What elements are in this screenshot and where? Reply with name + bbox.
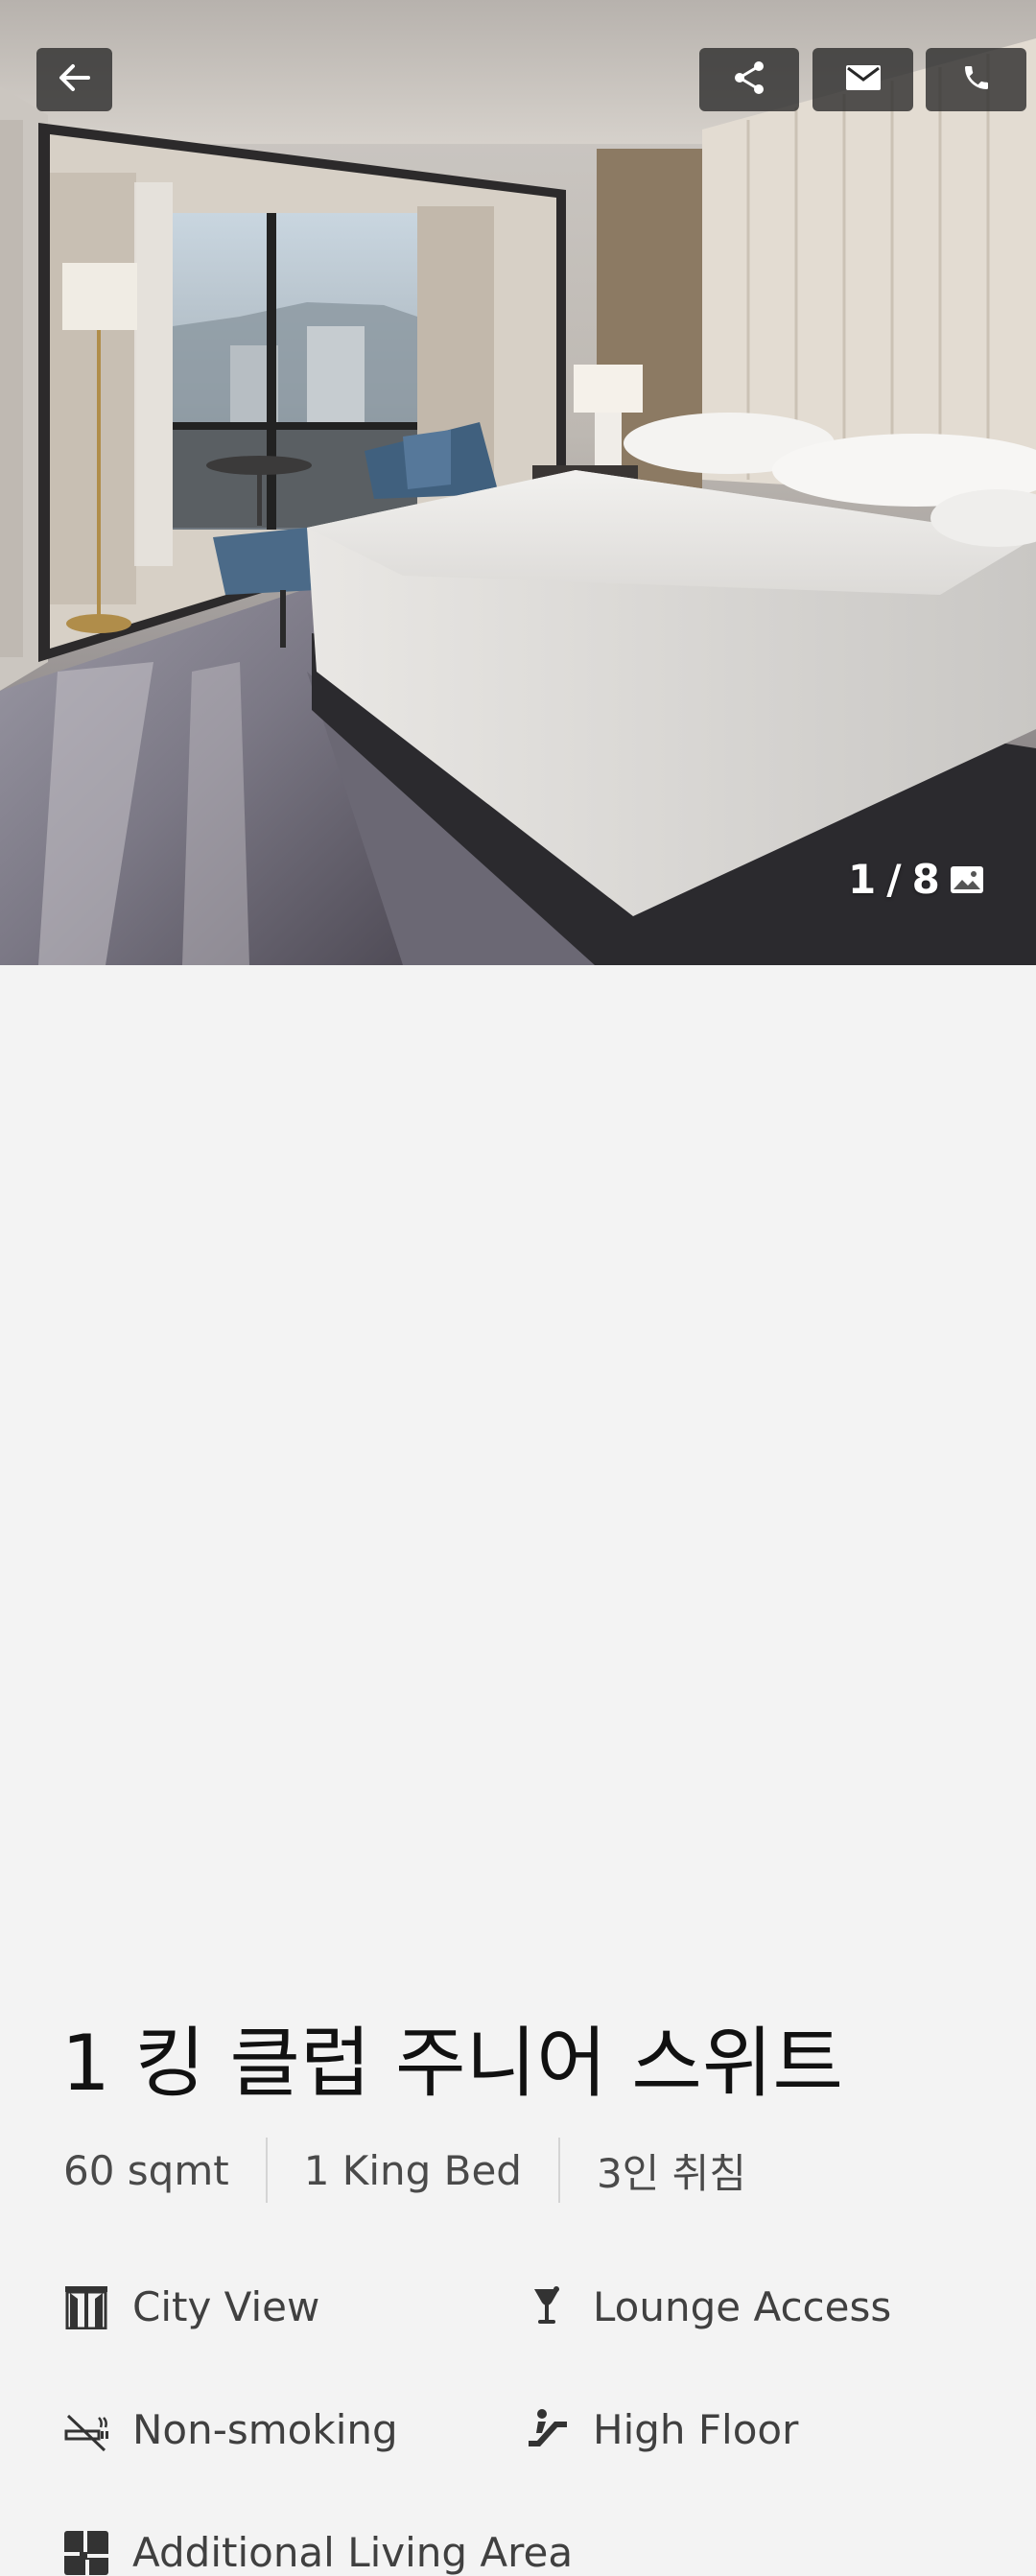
window-icon [63, 2284, 109, 2330]
room-photo-gallery[interactable]: 1 / 8 [0, 0, 1036, 965]
escalator-icon [524, 2407, 570, 2453]
share-icon [733, 60, 765, 99]
gallery-current: 1 [848, 856, 878, 903]
occupancy: 3인 취침 [596, 2149, 746, 2197]
feature-lounge-access: Lounge Access [524, 2283, 891, 2330]
spec-divider [265, 2138, 268, 2203]
room-specs: 60 sqmt 1 King Bed 3인 취침 [63, 2138, 746, 2203]
back-button[interactable] [36, 48, 112, 111]
floor-plan-icon [63, 2530, 109, 2576]
gallery-counter: 1 / 8 [848, 856, 983, 903]
image-icon [950, 856, 983, 903]
feature-city-view: City View [63, 2283, 319, 2330]
cocktail-icon [524, 2284, 570, 2330]
feature-additional-living-area: Additional Living Area [63, 2529, 573, 2576]
share-button[interactable] [699, 48, 799, 111]
feature-label: High Floor [593, 2406, 799, 2453]
spec-divider [557, 2138, 560, 2203]
mail-icon [845, 65, 881, 94]
phone-icon [961, 62, 992, 97]
feature-label: Lounge Access [593, 2283, 892, 2330]
feature-label: Additional Living Area [132, 2529, 574, 2576]
gallery-total: 8 [911, 856, 941, 903]
phone-button[interactable] [926, 48, 1026, 111]
bed-type: 1 King Bed [303, 2146, 522, 2194]
gallery-separator: / [886, 856, 903, 903]
feature-high-floor: High Floor [524, 2406, 798, 2453]
room-title: 1 킹 클럽 주니어 스위트 [61, 2019, 844, 2108]
feature-label: City View [132, 2283, 320, 2330]
mail-button[interactable] [812, 48, 913, 111]
feature-label: Non-smoking [132, 2406, 398, 2453]
back-arrow-icon [56, 59, 94, 101]
no-smoking-icon [63, 2407, 109, 2453]
room-photo [0, 0, 1036, 965]
room-size: 60 sqmt [63, 2146, 229, 2194]
feature-non-smoking: Non-smoking [63, 2406, 398, 2453]
